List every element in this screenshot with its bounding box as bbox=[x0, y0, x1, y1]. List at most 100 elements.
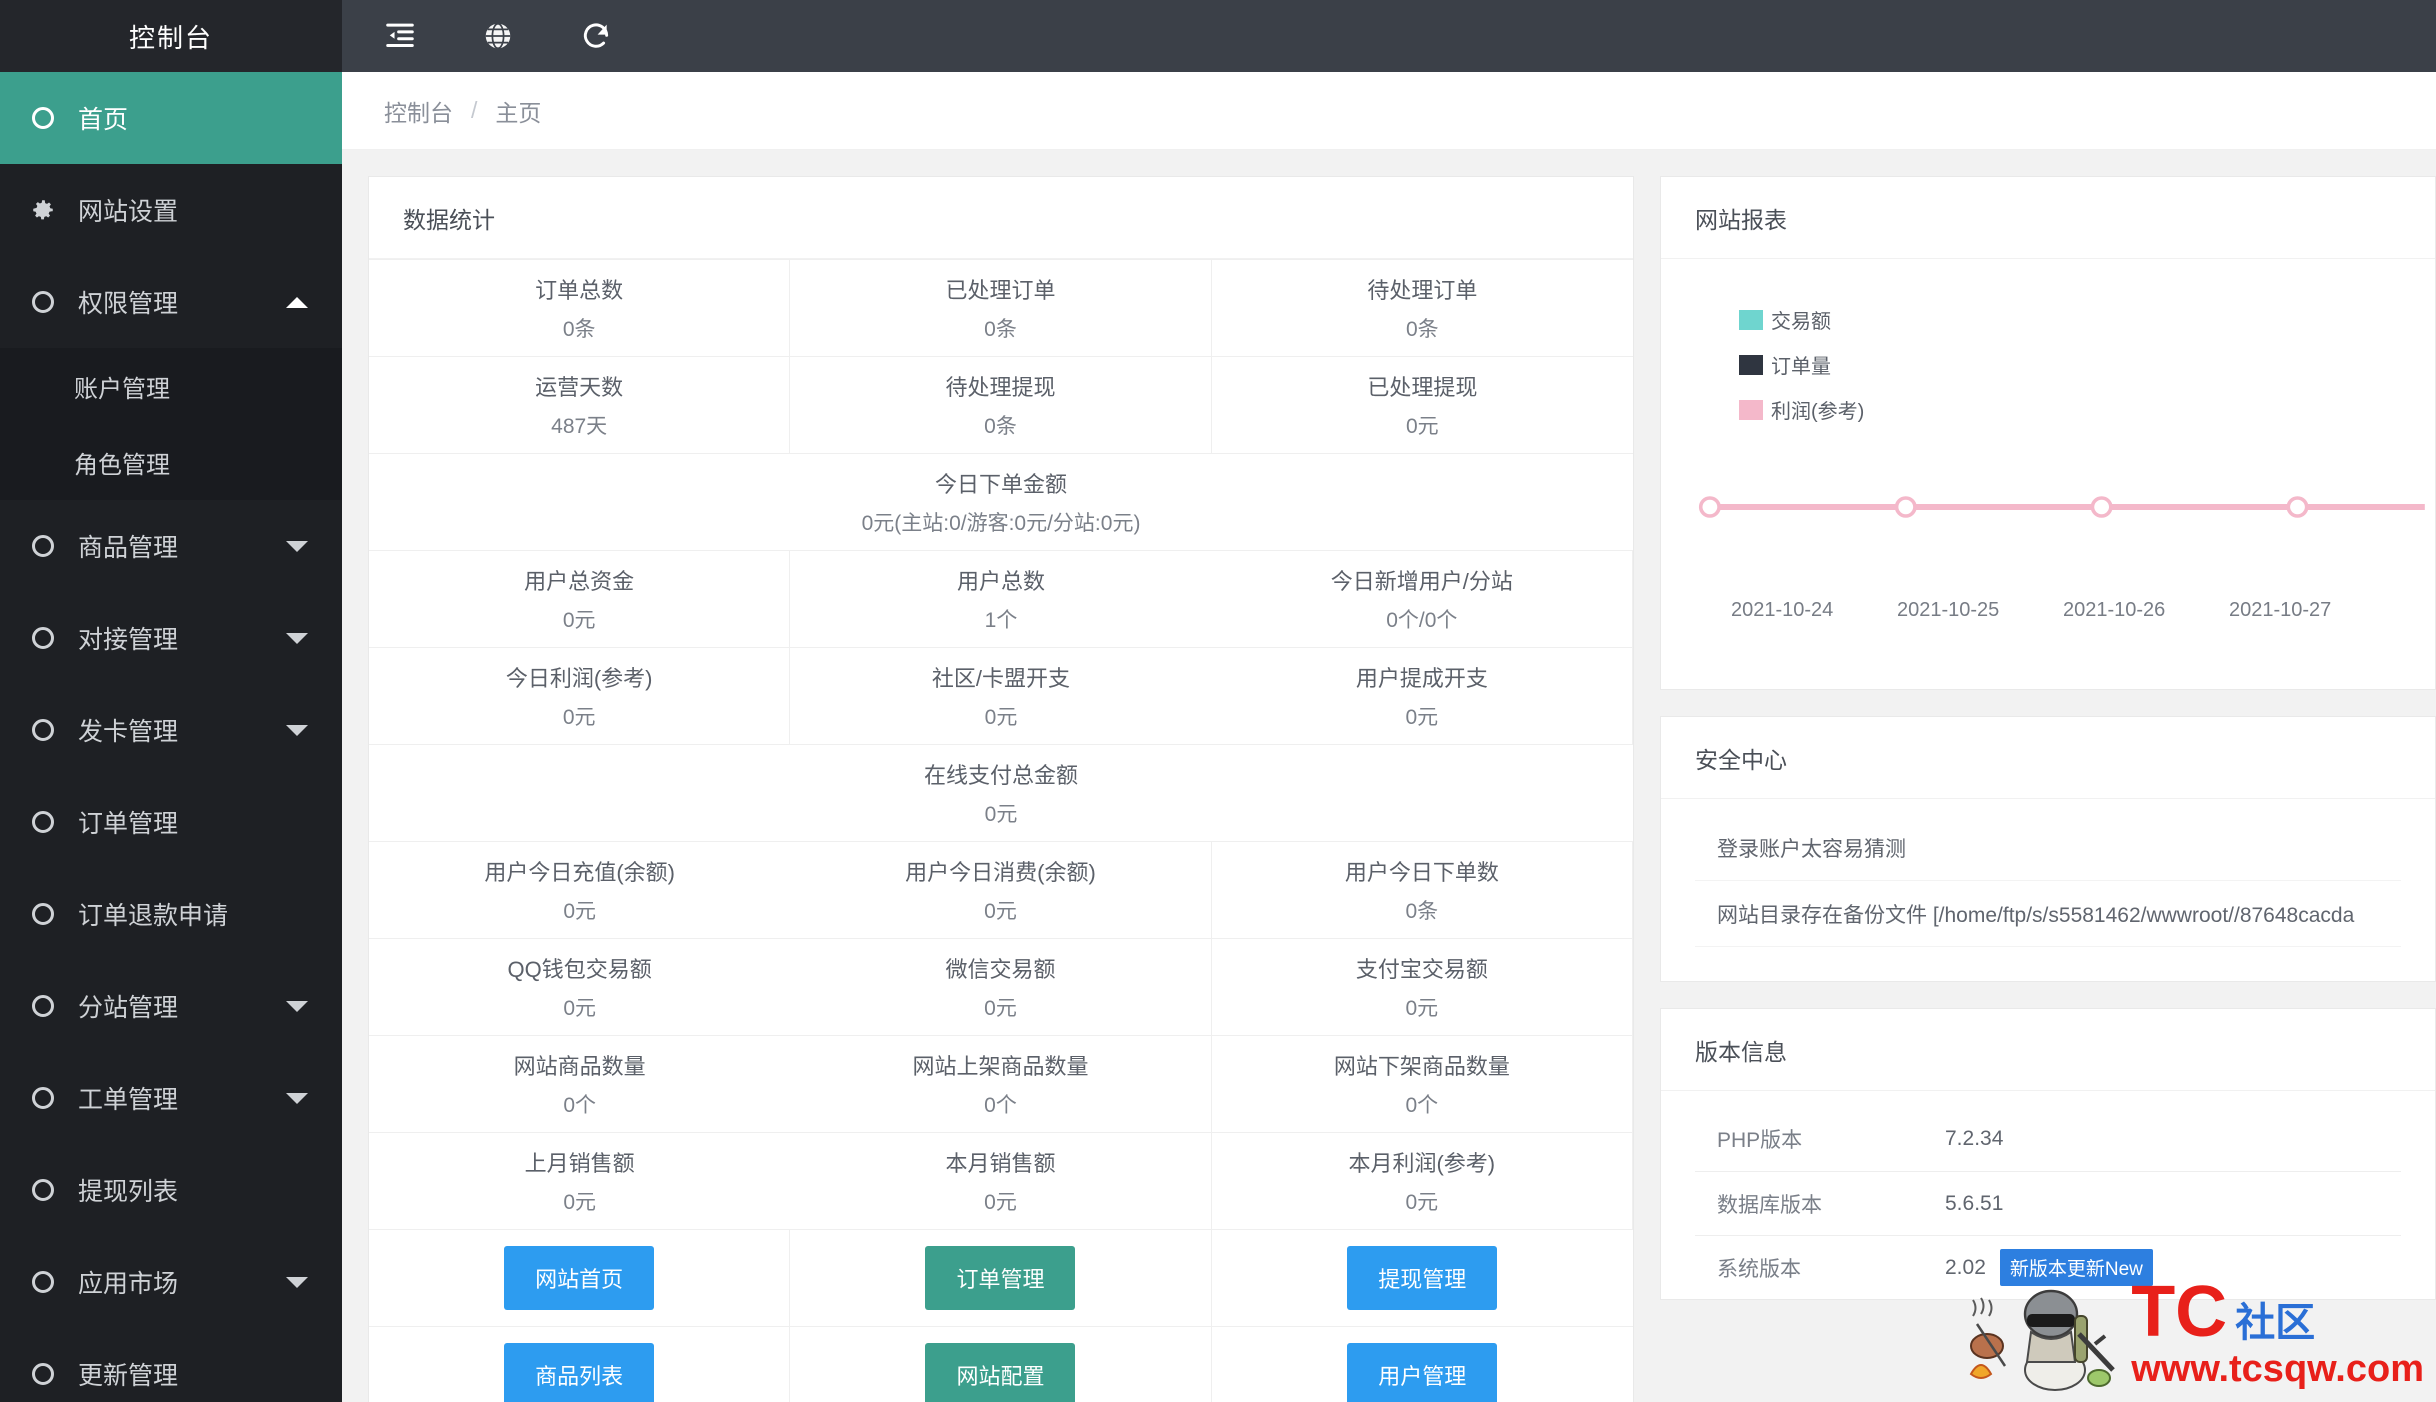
new-version-badge[interactable]: 新版本更新New bbox=[1999, 1249, 2153, 1286]
quick-action-button[interactable]: 网站配置 bbox=[925, 1343, 1076, 1402]
circle-icon bbox=[30, 1177, 56, 1203]
circle-icon bbox=[30, 533, 56, 559]
sidebar-item-8[interactable]: 订单退款申请 bbox=[0, 868, 342, 960]
globe-icon[interactable] bbox=[480, 18, 516, 54]
sidebar-item-13[interactable]: 更新管理 bbox=[0, 1328, 342, 1402]
sidebar-item-label: 对接管理 bbox=[78, 626, 179, 654]
stat-value: 0条 bbox=[984, 318, 1017, 341]
chart-data-point[interactable] bbox=[2090, 496, 2113, 518]
security-item[interactable]: 登录账户太容易猜测 bbox=[1695, 815, 2401, 881]
data-statistics-body: 订单总数 0条 已处理订单 0条 待处理订单 0条 运营天数 487天 待处理提现 0条 已处理提现… bbox=[369, 259, 1633, 1402]
sidebar-item-label: 订单退款申请 bbox=[78, 902, 229, 930]
sidebar-item-11[interactable]: 提现列表 bbox=[0, 1144, 342, 1236]
stat-title: 支付宝交易额 bbox=[1355, 957, 1488, 982]
stat-title: 订单总数 bbox=[535, 278, 624, 303]
version-value: 5.6.51 bbox=[1945, 1192, 2401, 1216]
chevron-down-icon[interactable] bbox=[286, 540, 308, 552]
x-axis-tick-label: 2021-10-27 bbox=[2229, 599, 2332, 621]
breadcrumb-root[interactable]: 控制台 bbox=[384, 94, 453, 128]
sidebar-item-6[interactable]: 发卡管理 bbox=[0, 684, 342, 776]
security-item-list: 登录账户太容易猜测 网站目录存在备份文件 [/home/ftp/s/s558146… bbox=[1661, 799, 2435, 981]
chevron-down-icon[interactable] bbox=[286, 1000, 308, 1012]
sidebar-item-label: 提现列表 bbox=[78, 1178, 179, 1206]
chevron-down-icon[interactable] bbox=[286, 1092, 308, 1104]
breadcrumb-current[interactable]: 主页 bbox=[495, 94, 541, 128]
stat-value: 0元 bbox=[984, 1191, 1017, 1214]
sidebar-subitem-1[interactable]: 账户管理 bbox=[0, 348, 342, 424]
stat-cell: 用户提成开支 0元 bbox=[1211, 648, 1633, 745]
stat-value: 0条 bbox=[984, 415, 1017, 438]
sidebar-item-7[interactable]: 订单管理 bbox=[0, 776, 342, 868]
sidebar-item-2[interactable]: 网站设置 bbox=[0, 164, 342, 256]
security-item[interactable]: 网站目录存在备份文件 [/home/ftp/s/s5581462/wwwroot… bbox=[1695, 881, 2401, 947]
gear-icon bbox=[30, 197, 56, 223]
stat-value: 0元 bbox=[984, 900, 1017, 923]
sidebar-item-label: 工单管理 bbox=[78, 1086, 179, 1114]
quick-action-grid: 网站首页 订单管理 提现管理商品列表 网站配置 用户管理 bbox=[369, 1230, 1633, 1402]
stat-cell: 社区/卡盟开支 0元 bbox=[790, 648, 1212, 745]
version-row: PHP版本 7.2.34 bbox=[1695, 1107, 2401, 1171]
circle-icon bbox=[30, 901, 56, 927]
quick-action-button[interactable]: 用户管理 bbox=[1347, 1343, 1498, 1402]
sidebar-item-label: 更新管理 bbox=[78, 1362, 179, 1390]
main-area: 控制台 / 主页 数据统计 订单总数 0条 已处理订单 0条 待处理订单 0条 运营天数 48… bbox=[342, 0, 2436, 1402]
sidebar-item-12[interactable]: 应用市场 bbox=[0, 1236, 342, 1328]
refresh-icon[interactable] bbox=[578, 18, 614, 54]
stat-cell: 在线支付总金额 0元 bbox=[369, 745, 1633, 842]
quick-action-button[interactable]: 商品列表 bbox=[504, 1343, 655, 1402]
legend-label: 交易额 bbox=[1771, 311, 1831, 333]
topbar bbox=[342, 0, 2436, 72]
stat-value: 0元(主站:0/游客:0元/分站:0元) bbox=[861, 512, 1141, 535]
stat-value: 0元 bbox=[563, 997, 596, 1020]
chevron-up-icon[interactable] bbox=[286, 296, 308, 308]
chart-x-axis-labels: 2021-10-24 2021-10-25 2021-10-26 2021-10-27 bbox=[1661, 599, 2435, 622]
stat-value: 0个 bbox=[1405, 1094, 1439, 1117]
version-number: 2.02 bbox=[1945, 1255, 1986, 1279]
stat-cell: 网站上架商品数量 0个 bbox=[790, 1036, 1212, 1133]
sidebar-item-label: 权限管理 bbox=[78, 290, 179, 318]
quick-action-cell: 网站首页 bbox=[369, 1230, 791, 1327]
circle-icon bbox=[30, 993, 56, 1019]
stat-cell: 微信交易额 0元 bbox=[790, 939, 1212, 1036]
quick-action-button[interactable]: 订单管理 bbox=[925, 1246, 1076, 1310]
quick-action-button[interactable]: 网站首页 bbox=[504, 1246, 655, 1310]
menu-collapse-icon[interactable] bbox=[382, 18, 418, 54]
quick-action-button[interactable]: 提现管理 bbox=[1347, 1246, 1498, 1310]
sidebar-item-10[interactable]: 工单管理 bbox=[0, 1052, 342, 1144]
chevron-down-icon[interactable] bbox=[286, 724, 308, 736]
x-axis-tick-label: 2021-10-25 bbox=[1897, 599, 2000, 621]
content-area: 数据统计 订单总数 0条 已处理订单 0条 待处理订单 0条 运营天数 487天 待处理提现 0条… bbox=[342, 150, 2436, 1402]
sidebar-item-3[interactable]: 权限管理 bbox=[0, 256, 342, 348]
legend-entry[interactable]: 订单量 bbox=[1739, 350, 1864, 379]
legend-entry[interactable]: 利润(参考) bbox=[1739, 395, 1864, 424]
sidebar-item-5[interactable]: 对接管理 bbox=[0, 592, 342, 684]
version-number: 7.2.34 bbox=[1945, 1127, 2004, 1150]
security-center-card: 安全中心 登录账户太容易猜测 网站目录存在备份文件 [/home/ftp/s/s5… bbox=[1660, 716, 2436, 982]
chevron-down-icon[interactable] bbox=[286, 632, 308, 644]
legend-swatch bbox=[1739, 399, 1763, 420]
legend-label: 订单量 bbox=[1771, 356, 1831, 378]
stat-cell: 已处理提现 0元 bbox=[1211, 357, 1633, 454]
sidebar-submenu: 账户管理 角色管理 bbox=[0, 348, 342, 500]
stat-value: 0元 bbox=[984, 803, 1018, 826]
sidebar-item-1[interactable]: 首页 bbox=[0, 72, 342, 164]
legend-entry[interactable]: 交易额 bbox=[1739, 305, 1864, 334]
sidebar-subitem-2[interactable]: 角色管理 bbox=[0, 424, 342, 500]
chevron-down-icon[interactable] bbox=[286, 1276, 308, 1288]
version-key: 数据库版本 bbox=[1717, 1193, 1822, 1217]
chart-data-point[interactable] bbox=[2286, 496, 2309, 518]
sidebar-item-label: 应用市场 bbox=[78, 1270, 179, 1298]
sidebar-item-label: 发卡管理 bbox=[78, 718, 179, 746]
circle-icon bbox=[30, 1269, 56, 1295]
version-info-title: 版本信息 bbox=[1661, 1009, 2435, 1091]
sidebar-item-4[interactable]: 商品管理 bbox=[0, 500, 342, 592]
sidebar-item-9[interactable]: 分站管理 bbox=[0, 960, 342, 1052]
stat-title: 用户今日充值(余额) bbox=[484, 860, 675, 885]
chart-data-point[interactable] bbox=[1698, 496, 1721, 518]
chart-data-point[interactable] bbox=[1894, 496, 1917, 518]
stat-title: 已处理订单 bbox=[945, 278, 1056, 303]
admin-dashboard: 控制台 首页 网站设置 权限管理 账户管理 角色管理 商品管理 对接管理 发卡管理 订单管理 订单… bbox=[0, 0, 2436, 1402]
circle-icon bbox=[30, 809, 56, 835]
stat-cell: 用户今日下单数 0条 bbox=[1211, 842, 1633, 939]
version-number: 5.6.51 bbox=[1945, 1191, 2004, 1215]
